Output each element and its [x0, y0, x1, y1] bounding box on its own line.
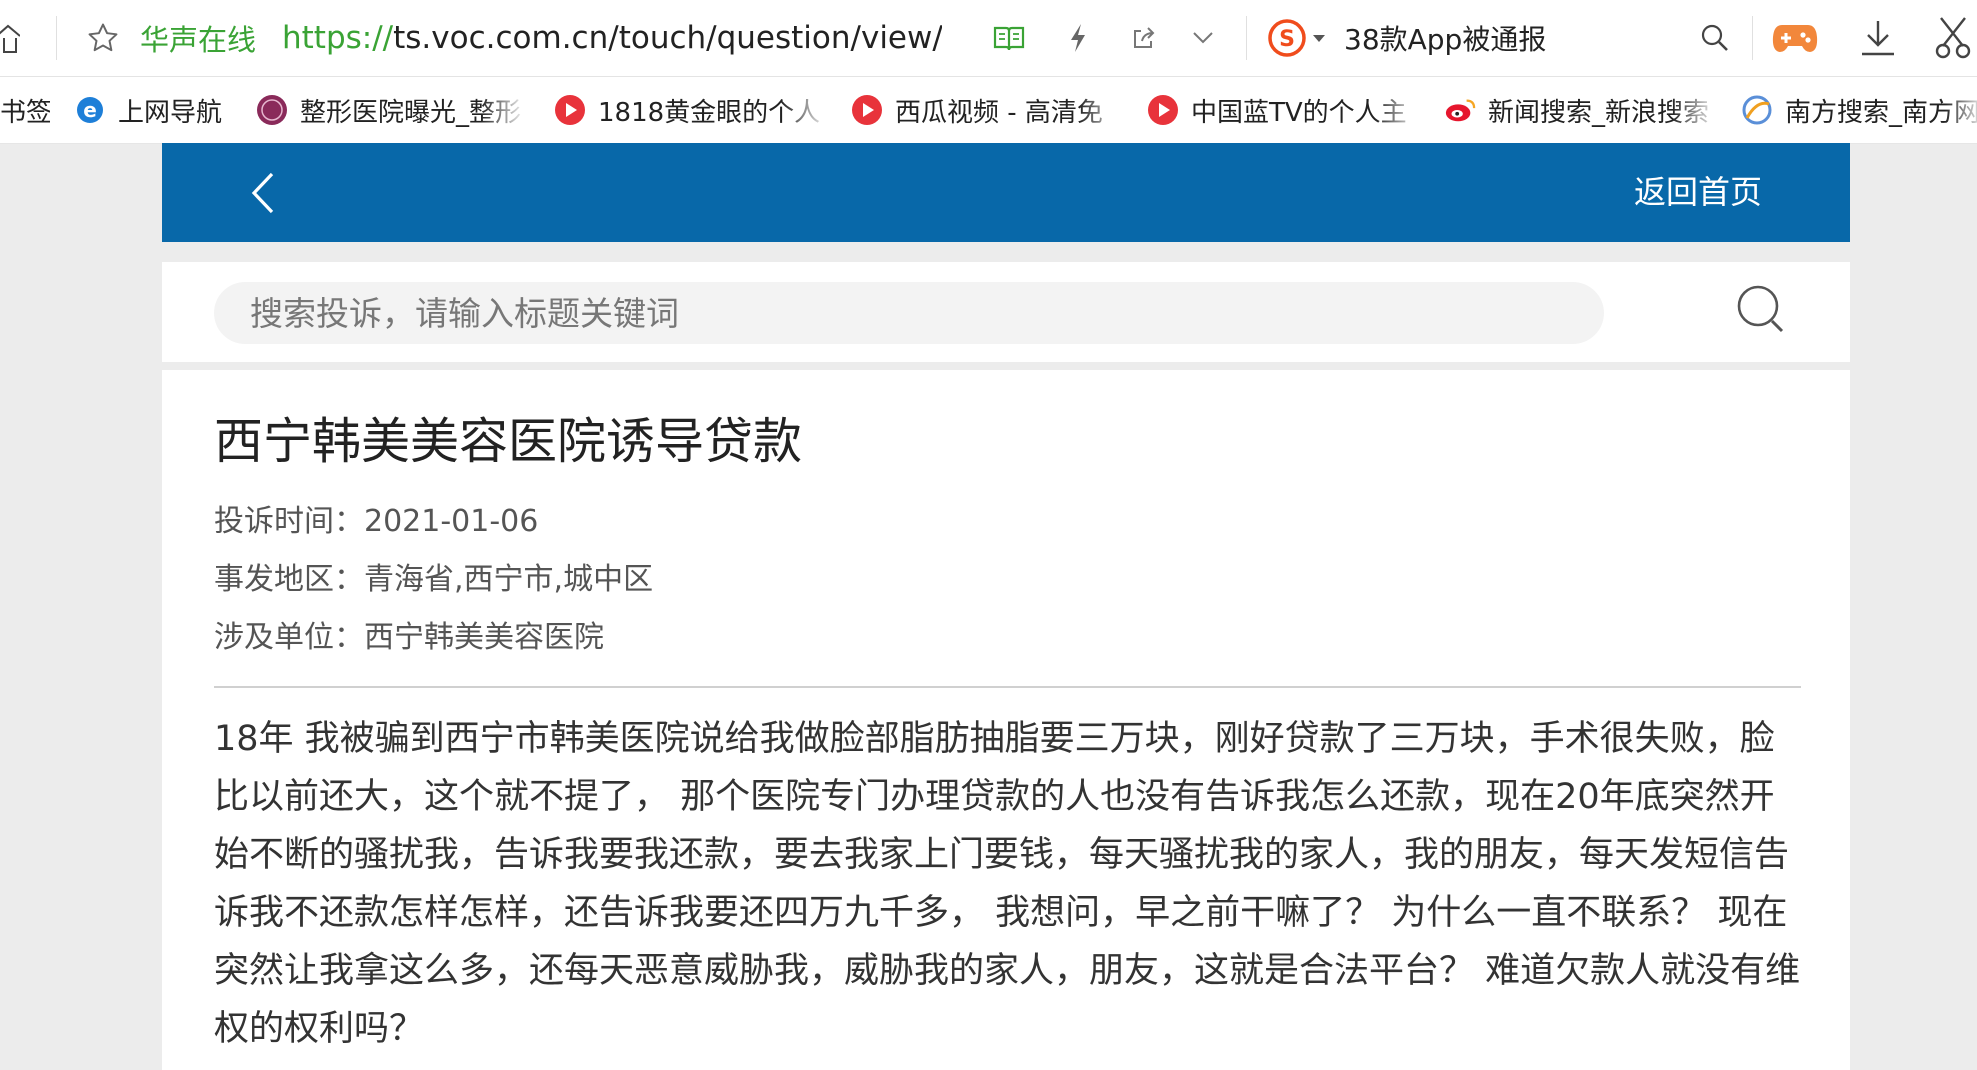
complaint-unit-value: 西宁韩美美容医院 — [364, 620, 604, 655]
hot-search-text[interactable]: 38款App被通报 — [1344, 0, 1546, 76]
svg-text:e: e — [83, 98, 97, 122]
bookmark-item-xigua[interactable]: 西瓜视频 - 高清免 — [851, 77, 1125, 143]
complaint-time: 投诉时间：2021-01-06 — [214, 496, 538, 540]
bookmark-item-hospital[interactable]: 整形医院曝光_整形 — [256, 77, 526, 143]
bookmark-item-nanfang[interactable]: 南方搜索_南方网 — [1741, 77, 1977, 143]
url-text[interactable]: https://ts.voc.com.cn/touch/question/vie… — [282, 0, 942, 76]
gamepad-icon[interactable] — [1772, 0, 1818, 76]
complaint-title: 西宁韩美美容医院诱导贷款 — [214, 413, 803, 470]
complaint-detail: 西宁韩美美容医院诱导贷款 投诉时间：2021-01-06 事发地区：青海省,西宁… — [162, 370, 1850, 1070]
bookmark-label: 中国蓝TV的个人主 — [1191, 97, 1407, 128]
bookmark-label: 上网导航 — [118, 97, 223, 128]
search-panel — [162, 262, 1850, 362]
back-arrow-icon[interactable] — [248, 171, 278, 215]
bookmark-item-nav[interactable]: e 上网导航 — [74, 77, 236, 143]
separator — [1246, 16, 1247, 60]
bookmarks-bar: 书签 e 上网导航 整形医院曝光_整形 1818黄金眼的个人 西瓜视频 - 高清… — [0, 77, 1977, 144]
bookmark-label: 西瓜视频 - 高清免 — [895, 97, 1103, 128]
bookmark-label: 南方搜索_南方网 — [1785, 97, 1977, 128]
search-icon[interactable] — [1700, 0, 1730, 76]
share-icon[interactable] — [1130, 0, 1158, 76]
chevron-down-icon[interactable] — [1192, 0, 1214, 76]
bookmark-label: 整形医院曝光_整形 — [300, 97, 522, 128]
ie-icon: e — [74, 94, 106, 126]
complaint-region: 事发地区：青海省,西宁市,城中区 — [214, 554, 653, 598]
nanfang-icon — [1741, 94, 1773, 126]
lightning-icon[interactable] — [1068, 0, 1088, 76]
engine-dropdown-icon[interactable] — [1312, 0, 1326, 76]
complaint-time-value: 2021-01-06 — [364, 504, 539, 539]
bookmark-item-cntv[interactable]: 中国蓝TV的个人主 — [1147, 77, 1421, 143]
sogou-search-icon[interactable]: S — [1268, 0, 1306, 76]
separator — [1752, 16, 1753, 60]
complaint-unit-label: 涉及单位： — [214, 620, 364, 655]
complaint-region-label: 事发地区： — [214, 562, 364, 597]
play-icon — [1147, 94, 1179, 126]
page-header: 返回首页 — [162, 143, 1850, 242]
separator — [56, 16, 57, 60]
complaint-body: 18年 我被骗到西宁市韩美医院说给我做脸部脂肪抽脂要三万块，刚好贷款了三万块，手… — [214, 719, 1801, 1049]
bookmark-item-sina[interactable]: 新闻搜索_新浪搜索 — [1444, 77, 1718, 143]
bookmark-label: 1818黄金眼的个人 — [598, 97, 821, 128]
browser-address-bar: 华声在线 https://ts.voc.com.cn/touch/questio… — [0, 0, 1977, 77]
weibo-icon — [1444, 94, 1476, 126]
reader-mode-icon[interactable] — [992, 0, 1026, 76]
scissors-icon[interactable] — [1935, 0, 1971, 76]
return-home-link[interactable]: 返回首页 — [1634, 143, 1762, 242]
divider — [214, 686, 1801, 688]
bookmark-item-1818[interactable]: 1818黄金眼的个人 — [554, 77, 828, 143]
bookmark-label: 书签 — [0, 97, 50, 128]
url-path: ts.voc.com.cn/touch/question/view/2 — [393, 20, 942, 56]
search-icon[interactable] — [1736, 284, 1786, 336]
complaint-time-label: 投诉时间： — [214, 504, 364, 539]
complaint-search-input[interactable] — [214, 282, 1604, 344]
download-icon[interactable] — [1858, 0, 1898, 76]
play-icon — [851, 94, 883, 126]
complaint-unit: 涉及单位：西宁韩美美容医院 — [214, 612, 604, 656]
play-icon — [554, 94, 586, 126]
hospital-logo-icon — [256, 94, 288, 126]
site-name: 华声在线 — [140, 23, 257, 57]
url-scheme: https:// — [282, 20, 394, 56]
home-icon[interactable] — [0, 0, 20, 76]
bookmark-label: 新闻搜索_新浪搜索 — [1488, 97, 1710, 128]
complaint-region-value: 青海省,西宁市,城中区 — [364, 562, 654, 597]
bookmark-item-bookmarks[interactable]: 书签 — [0, 77, 50, 143]
star-icon[interactable] — [86, 0, 120, 76]
svg-text:S: S — [1279, 27, 1295, 52]
